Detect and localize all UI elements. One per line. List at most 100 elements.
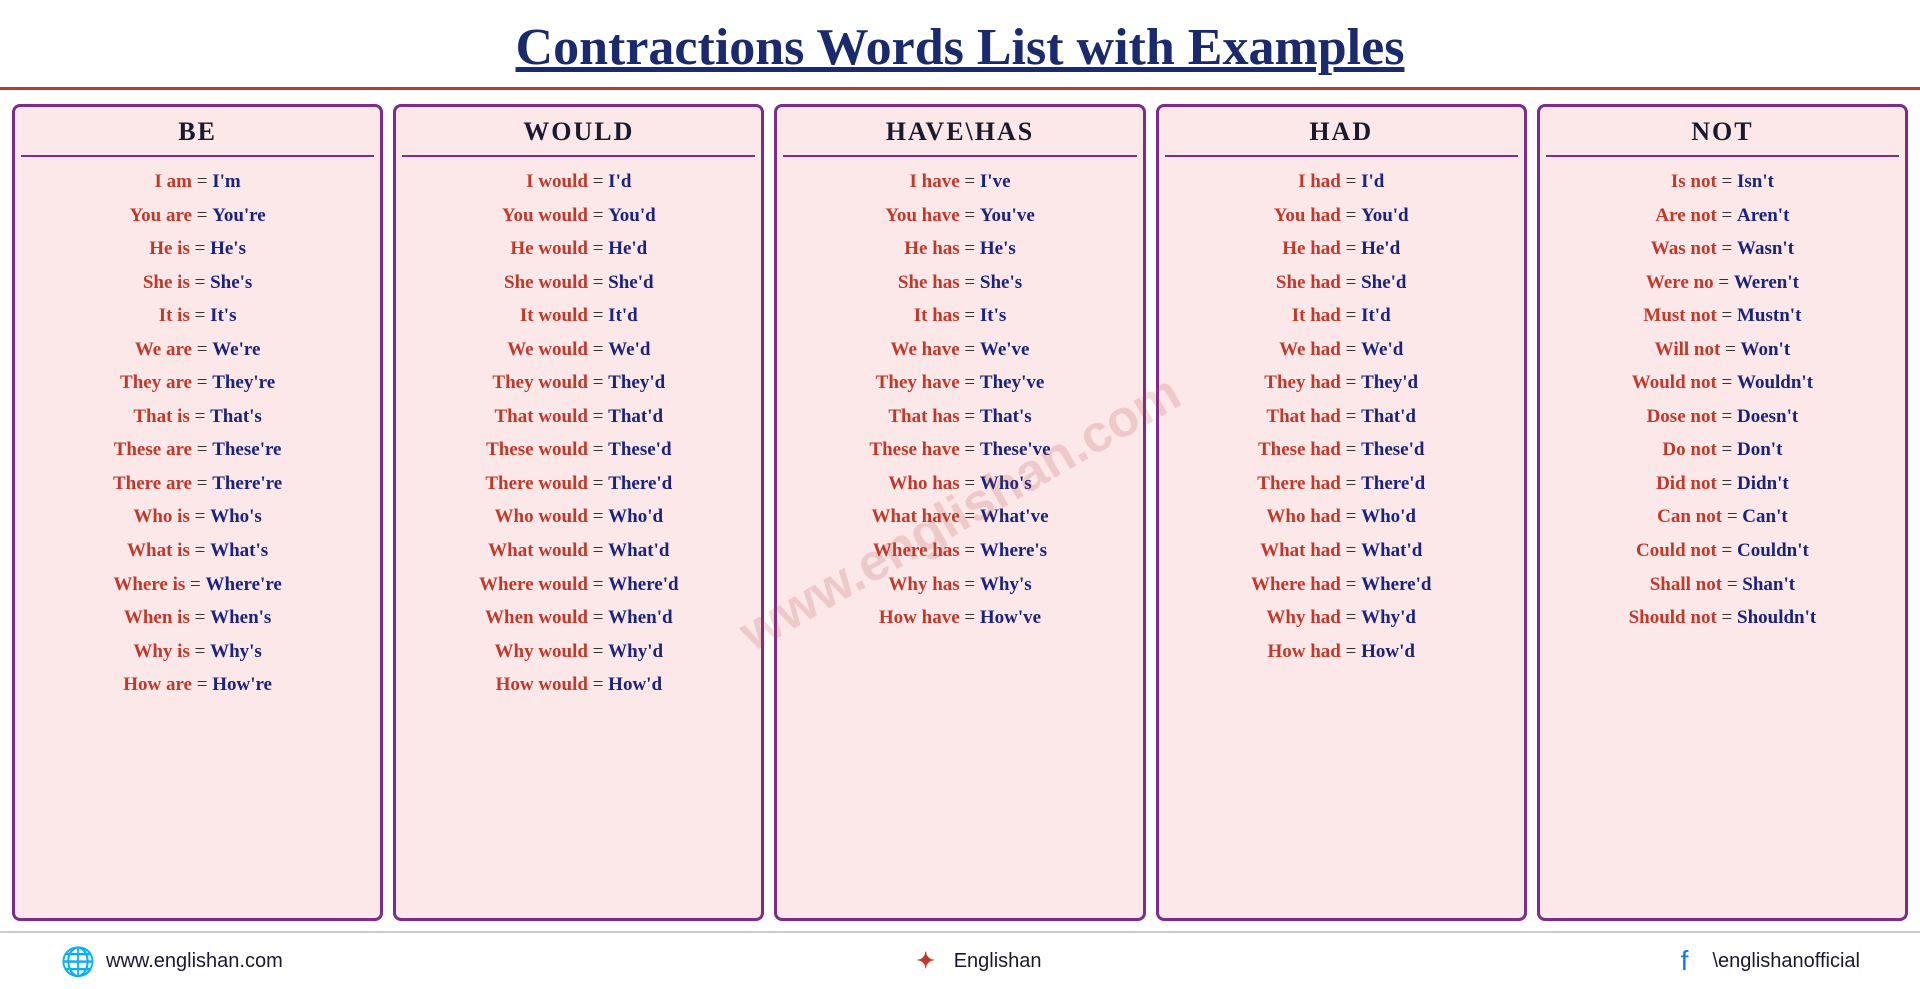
entry-would-1: You would = You'd	[402, 199, 755, 233]
full-form: How would	[496, 674, 588, 695]
full-form: It would	[520, 305, 588, 326]
contraction: Why'd	[608, 641, 663, 662]
entry-not-0: Is not = Isn't	[1546, 165, 1899, 199]
entry-had-14: How had = How'd	[1165, 635, 1518, 669]
entry-not-4: Must not = Mustn't	[1546, 299, 1899, 333]
equals-sign: =	[185, 574, 205, 595]
equals-sign: =	[1341, 406, 1361, 427]
contraction: Shan't	[1742, 574, 1795, 595]
column-not: NOTIs not = Isn'tAre not = Aren'tWas not…	[1537, 104, 1908, 921]
full-form: We would	[507, 339, 588, 360]
equals-sign: =	[1341, 607, 1361, 628]
full-form: She had	[1276, 272, 1341, 293]
full-form: We had	[1279, 339, 1341, 360]
full-form: These have	[869, 439, 959, 460]
equals-sign: =	[1717, 406, 1737, 427]
full-form: These would	[486, 439, 588, 460]
entry-not-8: Do not = Don't	[1546, 433, 1899, 467]
contraction: When'd	[608, 607, 672, 628]
contraction: Why'd	[1361, 607, 1416, 628]
full-form: Who had	[1266, 506, 1340, 527]
contraction: It'd	[1361, 305, 1391, 326]
equals-sign: =	[192, 439, 212, 460]
contraction: There'd	[608, 473, 672, 494]
equals-sign: =	[192, 372, 212, 393]
column-would: WOULDI would = I'dYou would = You'dHe wo…	[393, 104, 764, 921]
equals-sign: =	[588, 473, 608, 494]
equals-sign: =	[1717, 372, 1737, 393]
equals-sign: =	[588, 339, 608, 360]
contraction: We'd	[608, 339, 650, 360]
contraction: When's	[210, 607, 271, 628]
contraction: We'd	[1361, 339, 1403, 360]
full-form: Why had	[1266, 607, 1340, 628]
full-form: It has	[914, 305, 960, 326]
contraction: Wasn't	[1737, 238, 1794, 259]
contraction: I'm	[212, 171, 241, 192]
entry-not-7: Dose not = Doesn't	[1546, 400, 1899, 434]
full-form: Who has	[888, 473, 959, 494]
page-wrapper: Contractions Words List with Examples BE…	[0, 0, 1920, 989]
full-form: Where is	[113, 574, 185, 595]
entry-have-has-0: I have = I've	[783, 165, 1136, 199]
contraction: These've	[980, 439, 1051, 460]
entry-would-6: They would = They'd	[402, 366, 755, 400]
equals-sign: =	[960, 439, 980, 460]
entry-had-0: I had = I'd	[1165, 165, 1518, 199]
full-form: These had	[1258, 439, 1341, 460]
equals-sign: =	[1717, 171, 1737, 192]
entry-have-has-7: That has = That's	[783, 400, 1136, 434]
contraction: That'd	[1361, 406, 1416, 427]
equals-sign: =	[588, 674, 608, 695]
contraction: We're	[212, 339, 260, 360]
equals-sign: =	[588, 540, 608, 561]
full-form: He is	[149, 238, 190, 259]
equals-sign: =	[1722, 506, 1742, 527]
full-form: Would not	[1632, 372, 1717, 393]
entry-had-10: Who had = Who'd	[1165, 500, 1518, 534]
entry-have-has-6: They have = They've	[783, 366, 1136, 400]
equals-sign: =	[1341, 574, 1361, 595]
full-form: You are	[130, 205, 192, 226]
full-form: We have	[891, 339, 960, 360]
entry-had-8: These had = These'd	[1165, 433, 1518, 467]
entry-have-has-5: We have = We've	[783, 333, 1136, 367]
equals-sign: =	[1341, 439, 1361, 460]
brand-icon: ✦	[908, 943, 944, 979]
contraction: They've	[980, 372, 1044, 393]
full-form: Where has	[873, 540, 960, 561]
full-form: That has	[888, 406, 959, 427]
full-form: It is	[159, 305, 190, 326]
full-form: They have	[876, 372, 960, 393]
full-form: How are	[123, 674, 192, 695]
entry-not-12: Shall not = Shan't	[1546, 568, 1899, 602]
contraction: Where's	[980, 540, 1047, 561]
contraction: He'd	[608, 238, 647, 259]
contraction: You'd	[608, 205, 656, 226]
contraction: Who'd	[608, 506, 663, 527]
equals-sign: =	[192, 205, 212, 226]
equals-sign: =	[960, 171, 980, 192]
full-form: Do not	[1662, 439, 1716, 460]
equals-sign: =	[960, 272, 980, 293]
entry-would-11: What would = What'd	[402, 534, 755, 568]
equals-sign: =	[960, 540, 980, 561]
contraction: There're	[212, 473, 282, 494]
equals-sign: =	[588, 305, 608, 326]
equals-sign: =	[588, 372, 608, 393]
full-form: I would	[526, 171, 588, 192]
entry-would-2: He would = He'd	[402, 232, 755, 266]
equals-sign: =	[1717, 305, 1737, 326]
contraction: I'd	[608, 171, 631, 192]
full-form: They would	[492, 372, 588, 393]
equals-sign: =	[1722, 574, 1742, 595]
column-had: HADI had = I'dYou had = You'dHe had = He…	[1156, 104, 1527, 921]
equals-sign: =	[1717, 439, 1737, 460]
contraction: Aren't	[1737, 205, 1789, 226]
entry-had-6: They had = They'd	[1165, 366, 1518, 400]
full-form: What have	[872, 506, 960, 527]
contraction: Couldn't	[1737, 540, 1809, 561]
footer: 🌐 www.englishan.com ✦ Englishan f \engli…	[0, 931, 1920, 989]
full-form: Where would	[479, 574, 588, 595]
entry-would-4: It would = It'd	[402, 299, 755, 333]
